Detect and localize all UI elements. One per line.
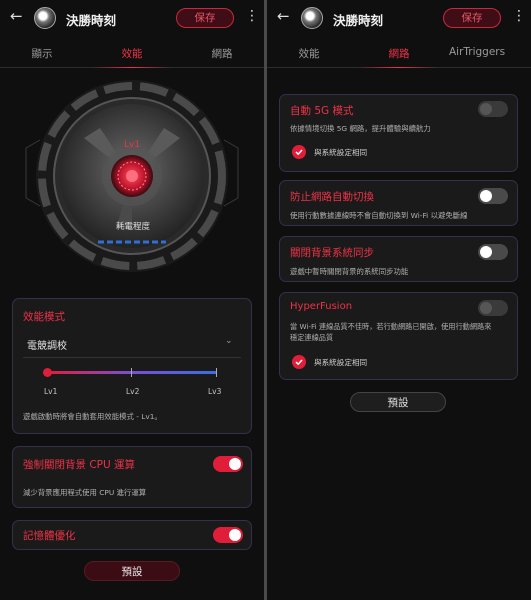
active-tab-indicator (359, 67, 439, 68)
check-circle-icon[interactable] (292, 355, 306, 369)
level-slider[interactable] (43, 368, 217, 377)
card-title: 強制關閉背景 CPU 運算 (23, 459, 136, 471)
back-arrow-icon[interactable]: ← (277, 7, 290, 25)
header: ← 決勝時刻 保存 ⋮ (267, 0, 531, 36)
check-circle-icon[interactable] (292, 145, 306, 159)
slider-label: Lv1 (44, 387, 58, 396)
network-panel: ← 決勝時刻 保存 ⋮ 效能 網路 AirTriggers 自動 5G 模式 依… (267, 0, 531, 600)
prevent-network-switch-card: 防止網路自動切換 使用行動數據連線時不會自動切換到 Wi-Fi 以避免斷線 (279, 180, 518, 226)
check-label: 與系統設定相同 (314, 148, 368, 157)
page-title: 決勝時刻 (66, 13, 117, 28)
tab-display[interactable]: 顯示 (2, 46, 82, 61)
more-vert-icon[interactable]: ⋮ (512, 9, 526, 23)
game-avatar (34, 7, 56, 29)
card-title: 記憶體優化 (23, 530, 76, 542)
background-sync-card: 關閉背景系統同步 遊戲中暫時關閉背景的系統同步功能 (279, 236, 518, 282)
save-button[interactable]: 保存 (176, 8, 234, 28)
card-description: 依據情境切換 5G 網路，提升體驗與續航力 (290, 124, 431, 133)
chevron-down-icon[interactable]: ⌄ (225, 336, 233, 346)
check-label: 與系統設定相同 (314, 358, 368, 367)
card-description: 遊戲中暫時關閉背景的系統同步功能 (290, 267, 409, 276)
slider-tick (216, 368, 217, 377)
tab-bar: 顯示 效能 網路 (0, 36, 264, 68)
hyperfusion-toggle[interactable] (478, 300, 508, 316)
slider-tick (131, 368, 132, 377)
prevent-switch-toggle[interactable] (478, 188, 508, 204)
card-description: 使用行動數據連線時不會自動切換到 Wi-Fi 以避免斷線 (290, 211, 468, 220)
memory-optimization-card: 記憶體優化 (12, 520, 252, 550)
force-close-cpu-card: 強制關閉背景 CPU 運算 減少背景應用程式使用 CPU 進行運算 (12, 446, 252, 508)
select-underline (23, 357, 241, 358)
auto-5g-toggle[interactable] (478, 101, 508, 117)
mode-select-value[interactable]: 電競調校 (27, 337, 67, 352)
power-usage-label: 耗電程度 (116, 222, 151, 232)
card-description: 當 Wi-Fi 連線品質不佳時，若行動網路已開啟，使用行動網路來 (290, 322, 492, 331)
header: ← 決勝時刻 保存 ⋮ (0, 0, 264, 36)
tab-performance[interactable]: 效能 (269, 46, 349, 61)
default-button[interactable]: 預設 (84, 561, 180, 581)
card-title: 防止網路自動切換 (290, 191, 374, 203)
card-title: 關閉背景系統同步 (290, 247, 374, 259)
performance-gauge: Lv1 耗電程度 (0, 80, 264, 290)
tab-network[interactable]: 網路 (182, 46, 262, 61)
hyperfusion-card: HyperFusion 當 Wi-Fi 連線品質不佳時，若行動網路已開啟，使用行… (279, 292, 518, 380)
game-avatar (301, 7, 323, 29)
tab-performance[interactable]: 效能 (92, 46, 172, 61)
tab-airtriggers[interactable]: AirTriggers (449, 46, 531, 58)
card-description: 穩定連線品質 (290, 333, 334, 342)
card-title: HyperFusion (290, 301, 353, 312)
memory-toggle[interactable] (213, 527, 243, 543)
card-description: 減少背景應用程式使用 CPU 進行運算 (23, 488, 147, 497)
page-title: 決勝時刻 (333, 13, 384, 28)
slider-label: Lv2 (126, 387, 140, 396)
cpu-toggle[interactable] (213, 456, 243, 472)
card-title: 效能模式 (23, 311, 65, 323)
background-sync-toggle[interactable] (478, 244, 508, 260)
default-button[interactable]: 預設 (350, 392, 446, 412)
auto-5g-card: 自動 5G 模式 依據情境切換 5G 網路，提升體驗與續航力 與系統設定相同 (279, 94, 518, 172)
back-arrow-icon[interactable]: ← (10, 7, 23, 25)
performance-mode-card: 效能模式 電競調校 ⌄ Lv1 Lv2 Lv3 遊戲啟動時將會自動套用效能模式 … (12, 298, 252, 434)
level-label: Lv1 (124, 140, 141, 150)
save-button[interactable]: 保存 (443, 8, 501, 28)
more-vert-icon[interactable]: ⋮ (245, 9, 259, 23)
performance-panel: ← 決勝時刻 保存 ⋮ 顯示 效能 網路 Lv1 耗電程度 效能模式 電競調校 … (0, 0, 264, 600)
slider-label: Lv3 (208, 387, 222, 396)
slider-thumb[interactable] (43, 368, 52, 377)
gauge-graphic (25, 80, 239, 272)
tab-bar: 效能 網路 AirTriggers (267, 36, 531, 68)
card-description: 遊戲啟動時將會自動套用效能模式 - Lv1。 (23, 412, 162, 421)
card-title: 自動 5G 模式 (290, 105, 354, 117)
tab-network[interactable]: 網路 (359, 46, 439, 61)
active-tab-indicator (92, 67, 172, 68)
